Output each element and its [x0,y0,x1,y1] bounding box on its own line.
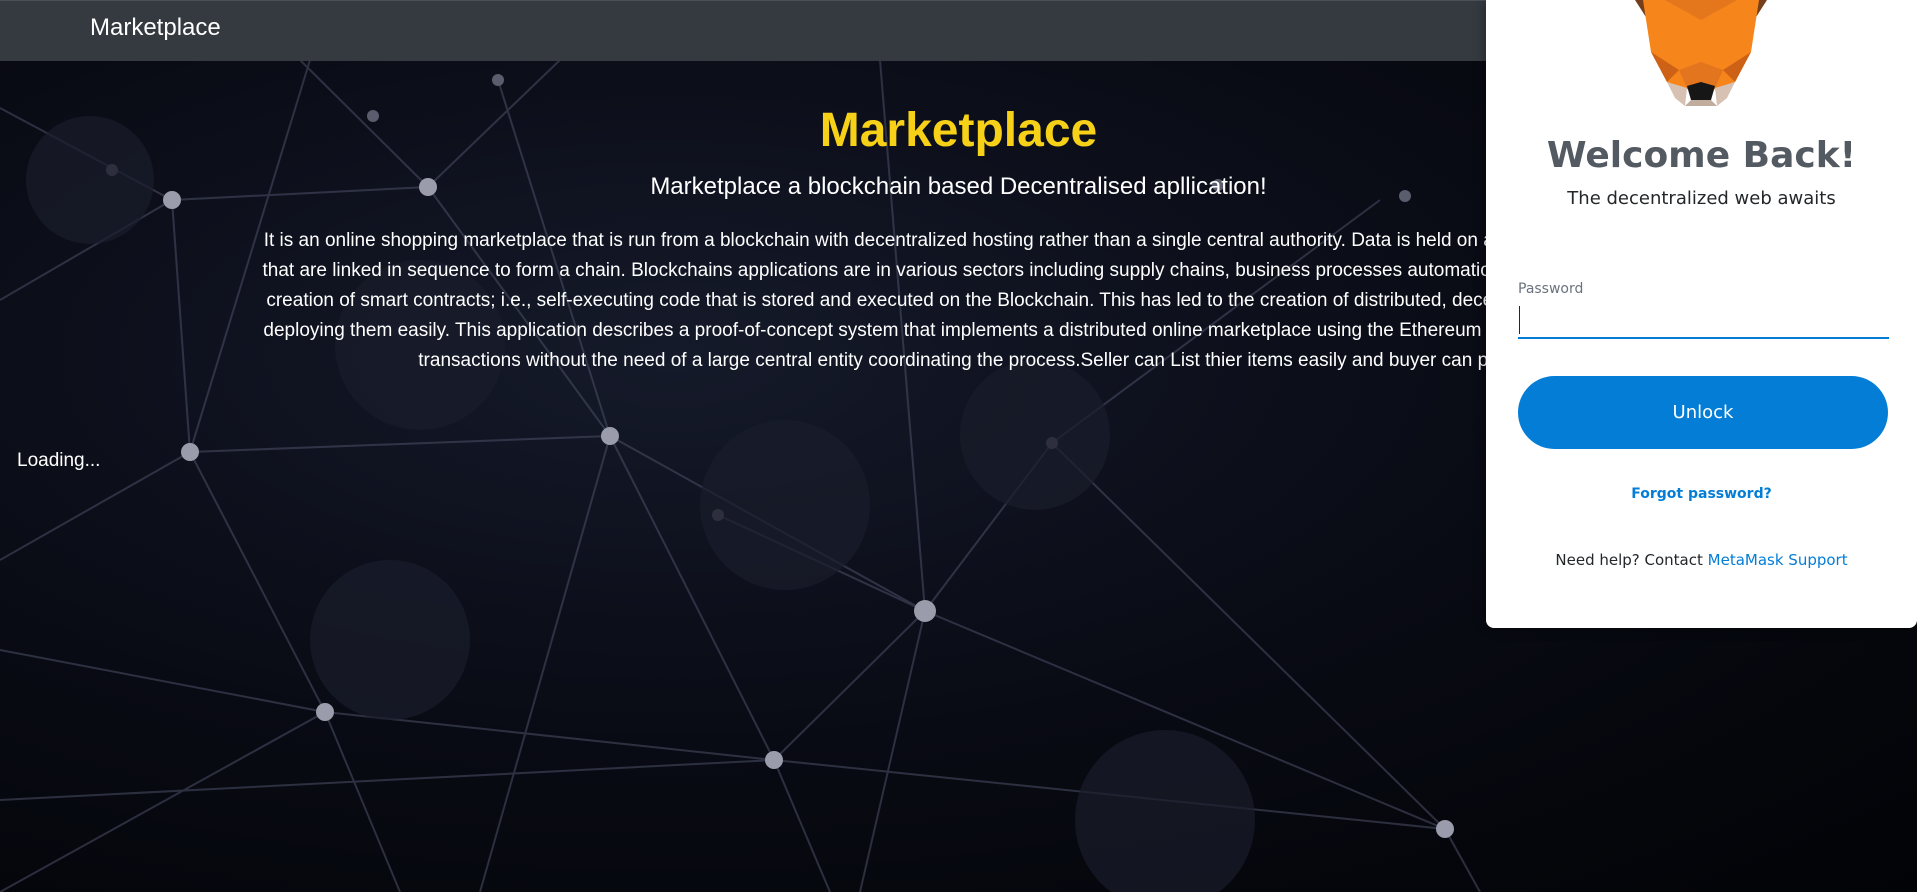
password-input[interactable] [1518,303,1889,339]
welcome-subtitle: The decentralized web awaits [1567,188,1836,209]
help-text: Need help? Contact MetaMask Support [1486,551,1917,569]
welcome-title: Welcome Back! [1546,135,1857,176]
metamask-unlock-popup: Welcome Back! The decentralized web awai… [1486,0,1917,628]
help-prefix: Need help? Contact [1555,551,1703,569]
password-label: Password [1518,281,1584,297]
loading-text: Loading... [17,450,101,471]
metamask-support-link[interactable]: MetaMask Support [1708,551,1848,569]
unlock-button[interactable]: Unlock [1518,376,1888,449]
forgot-password-link[interactable]: Forgot password? [1486,486,1917,502]
navbar-brand[interactable]: Marketplace [90,14,221,42]
text-caret [1519,306,1520,334]
metamask-fox-logo [1635,0,1767,106]
